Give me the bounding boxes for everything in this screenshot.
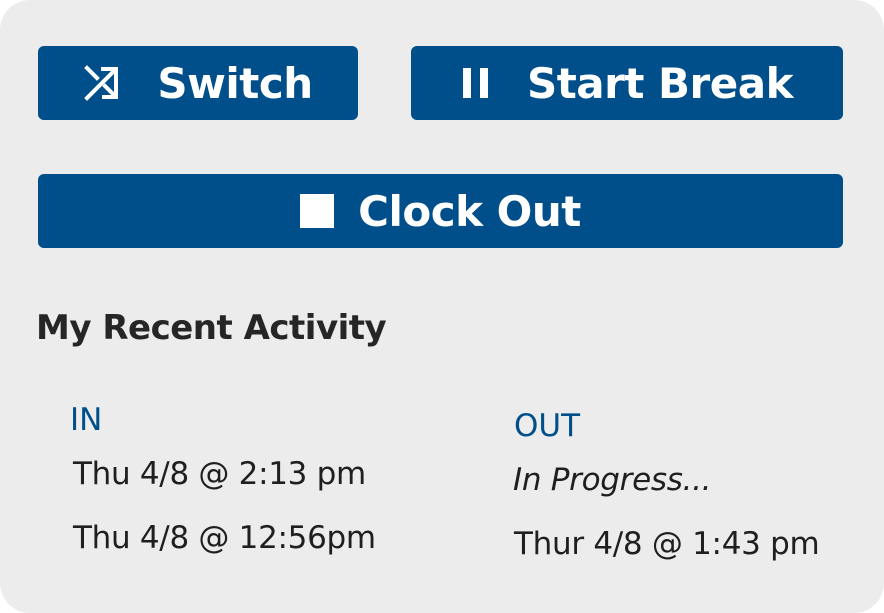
in-entry: Thu 4/8 @ 2:13 pm	[73, 456, 366, 492]
out-column-header: OUT	[514, 408, 581, 444]
pause-icon	[461, 66, 491, 100]
clock-out-label: Clock Out	[358, 186, 581, 236]
switch-button[interactable]: Switch	[38, 46, 358, 120]
start-break-button[interactable]: Start Break	[411, 46, 843, 120]
recent-activity-title: My Recent Activity	[36, 308, 387, 348]
stop-icon	[300, 194, 335, 228]
out-entry-in-progress: In Progress...	[513, 462, 712, 498]
switch-label: Switch	[157, 58, 313, 108]
time-clock-card: Switch Start Break Clock Out My Recent A…	[0, 0, 884, 613]
in-column-header: IN	[70, 402, 103, 438]
start-break-label: Start Break	[526, 58, 794, 108]
clock-out-button[interactable]: Clock Out	[38, 174, 843, 248]
in-entry: Thu 4/8 @ 12:56pm	[73, 520, 376, 556]
out-entry: Thur 4/8 @ 1:43 pm	[514, 526, 820, 562]
shuffle-icon	[83, 64, 121, 102]
